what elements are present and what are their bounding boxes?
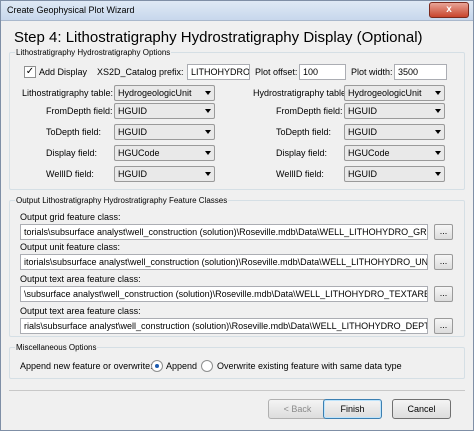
hydro-todepth-select[interactable]: HGUID — [344, 124, 445, 140]
close-icon: x — [446, 4, 452, 15]
textarea-fc-label: Output text area feature class: — [20, 274, 141, 284]
chevron-down-icon — [205, 172, 211, 176]
overwrite-radio[interactable] — [201, 360, 213, 372]
catalog-prefix-input[interactable]: LITHOHYDRO — [187, 64, 250, 80]
litho-table-label: Lithostratigraphy table: — [22, 88, 114, 98]
append-prompt-label: Append new feature or overwrite: — [20, 361, 153, 371]
chevron-down-icon — [205, 130, 211, 134]
window-title: Create Geophysical Plot Wizard — [7, 5, 135, 15]
chevron-down-icon — [435, 109, 441, 113]
title-bar: Create Geophysical Plot Wizard x — [1, 1, 473, 21]
chevron-down-icon — [205, 91, 211, 95]
litho-display-label: Display field: — [46, 148, 98, 158]
textarea-fc-input[interactable]: \subsurface analyst\well_construction (s… — [20, 286, 428, 302]
hydro-display-value: HGUCode — [348, 148, 390, 158]
hydro-fromdepth-label: FromDepth field: — [276, 106, 343, 116]
depth-fc-input[interactable]: rials\subsurface analyst\well_constructi… — [20, 318, 428, 334]
chevron-down-icon — [205, 151, 211, 155]
append-radio[interactable] — [151, 360, 163, 372]
hydro-todepth-value: HGUID — [348, 127, 377, 137]
unit-fc-input[interactable]: itorials\subsurface analyst\well_constru… — [20, 254, 428, 270]
depth-fc-browse-button[interactable]: ... — [434, 318, 453, 334]
depth-fc-label: Output text area feature class: — [20, 306, 141, 316]
unit-fc-browse-button[interactable]: ... — [434, 254, 453, 270]
catalog-prefix-label: XS2D_Catalog prefix: — [97, 67, 184, 77]
grid-fc-input[interactable]: torials\subsurface analyst\well_construc… — [20, 224, 428, 240]
hydro-table-value: HydrogeologicUnit — [348, 88, 422, 98]
cancel-button[interactable]: Cancel — [392, 399, 451, 419]
litho-wellid-value: HGUID — [118, 169, 147, 179]
unit-fc-label: Output unit feature class: — [20, 242, 121, 252]
litho-todepth-value: HGUID — [118, 127, 147, 137]
overwrite-radio-label: Overwrite existing feature with same dat… — [217, 361, 402, 371]
textarea-fc-browse-button[interactable]: ... — [434, 286, 453, 302]
litho-fromdepth-select[interactable]: HGUID — [114, 103, 215, 119]
litho-todepth-select[interactable]: HGUID — [114, 124, 215, 140]
add-display-label: Add Display — [39, 67, 88, 77]
close-button[interactable]: x — [429, 2, 469, 18]
back-button[interactable]: < Back — [268, 399, 327, 419]
plot-width-label: Plot width: — [351, 67, 393, 77]
hydro-wellid-select[interactable]: HGUID — [344, 166, 445, 182]
hydro-wellid-value: HGUID — [348, 169, 377, 179]
footer-divider — [9, 390, 465, 391]
wizard-window: Create Geophysical Plot Wizard x Step 4:… — [0, 0, 474, 431]
hydro-wellid-label: WellID field: — [276, 169, 324, 179]
litho-fromdepth-value: HGUID — [118, 106, 147, 116]
litho-wellid-select[interactable]: HGUID — [114, 166, 215, 182]
grid-fc-browse-button[interactable]: ... — [434, 224, 453, 240]
chevron-down-icon — [435, 151, 441, 155]
hydro-todepth-label: ToDepth field: — [276, 127, 332, 137]
chevron-down-icon — [435, 172, 441, 176]
hydro-table-select[interactable]: HydrogeologicUnit — [344, 85, 445, 101]
output-group-label: Output Lithostratigraphy Hydrostratigrap… — [15, 196, 229, 205]
hydro-fromdepth-value: HGUID — [348, 106, 377, 116]
hydro-display-label: Display field: — [276, 148, 328, 158]
append-radio-label: Append — [166, 361, 198, 371]
chevron-down-icon — [205, 109, 211, 113]
chevron-down-icon — [435, 91, 441, 95]
litho-table-value: HydrogeologicUnit — [118, 88, 192, 98]
litho-display-select[interactable]: HGUCode — [114, 145, 215, 161]
litho-fromdepth-label: FromDepth field: — [46, 106, 113, 116]
add-display-checkbox[interactable]: ✓ — [24, 66, 36, 78]
options-group-label: Lithostratigraphy Hydrostratigraphy Opti… — [15, 48, 172, 57]
litho-wellid-label: WellID field: — [46, 169, 94, 179]
litho-table-select[interactable]: HydrogeologicUnit — [114, 85, 215, 101]
finish-button[interactable]: Finish — [323, 399, 382, 419]
litho-display-value: HGUCode — [118, 148, 160, 158]
page-title: Step 4: Lithostratigraphy Hydrostratigra… — [14, 29, 423, 46]
hydro-table-label: Hydrostratigraphy table: — [253, 88, 349, 98]
plot-width-input[interactable]: 3500 — [394, 64, 447, 80]
hydro-fromdepth-select[interactable]: HGUID — [344, 103, 445, 119]
hydro-display-select[interactable]: HGUCode — [344, 145, 445, 161]
chevron-down-icon — [435, 130, 441, 134]
misc-group-label: Miscellaneous Options — [15, 343, 98, 352]
plot-offset-input[interactable]: 100 — [299, 64, 346, 80]
plot-offset-label: Plot offset: — [255, 67, 298, 77]
grid-fc-label: Output grid feature class: — [20, 212, 121, 222]
litho-todepth-label: ToDepth field: — [46, 127, 102, 137]
